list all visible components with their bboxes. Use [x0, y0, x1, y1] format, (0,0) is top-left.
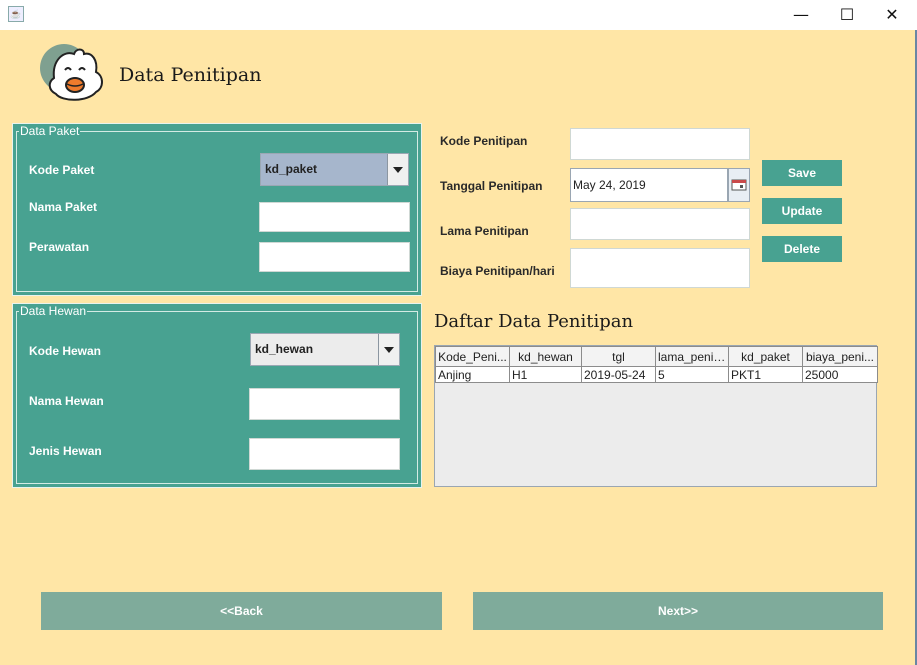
chevron-down-icon[interactable]	[387, 154, 408, 185]
lama-penitipan-input[interactable]	[570, 208, 750, 240]
data-hewan-panel: Data Hewan Kode Hewan kd_hewan Nama Hewa…	[12, 303, 422, 488]
update-button[interactable]: Update	[762, 198, 842, 224]
tanggal-penitipan-input[interactable]: May 24, 2019	[570, 168, 728, 202]
table-cell[interactable]: H1	[509, 366, 582, 383]
biaya-penitipan-input[interactable]	[570, 248, 750, 288]
perawatan-label: Perawatan	[29, 240, 90, 254]
column-header[interactable]: Kode_Peni...	[435, 346, 510, 367]
table-cell[interactable]: PKT1	[728, 366, 803, 383]
minimize-button[interactable]: —	[778, 0, 824, 30]
daftar-penitipan-title: Daftar Data Penitipan	[434, 311, 634, 332]
kode-paket-combobox[interactable]: kd_paket	[260, 153, 409, 186]
data-paket-legend: Data Paket	[19, 124, 81, 138]
tanggal-penitipan-label: Tanggal Penitipan	[440, 179, 543, 193]
nama-paket-input[interactable]	[259, 202, 410, 232]
kode-paket-label: Kode Paket	[29, 163, 95, 177]
lama-penitipan-label: Lama Penitipan	[440, 224, 529, 238]
data-hewan-legend: Data Hewan	[19, 304, 88, 318]
page-title: Data Penitipan	[119, 64, 262, 86]
biaya-penitipan-label: Biaya Penitipan/hari	[440, 264, 555, 278]
back-button[interactable]: <<Back	[41, 592, 442, 630]
duck-logo-icon	[40, 44, 103, 101]
kode-hewan-combobox[interactable]: kd_hewan	[250, 333, 400, 366]
column-header[interactable]: kd_paket	[728, 346, 803, 367]
table-cell[interactable]: Anjing	[435, 366, 510, 383]
column-header[interactable]: kd_hewan	[509, 346, 582, 367]
save-button[interactable]: Save	[762, 160, 842, 186]
jenis-hewan-label: Jenis Hewan	[29, 444, 102, 458]
table-cell[interactable]: 5	[655, 366, 729, 383]
chevron-down-icon[interactable]	[378, 334, 399, 365]
kode-penitipan-input[interactable]	[570, 128, 750, 160]
window-titlebar: ☕ — ☐ ✕	[0, 0, 917, 30]
kode-hewan-value: kd_hewan	[255, 342, 314, 356]
maximize-button[interactable]: ☐	[824, 0, 870, 30]
penitipan-grid[interactable]: Kode_Peni... kd_hewan tgl lama_penit... …	[435, 346, 878, 383]
next-button[interactable]: Next>>	[473, 592, 883, 630]
nama-hewan-input[interactable]	[249, 388, 400, 420]
delete-button[interactable]: Delete	[762, 236, 842, 262]
penitipan-table[interactable]: Kode_Peni... kd_hewan tgl lama_penit... …	[434, 345, 878, 487]
kode-hewan-label: Kode Hewan	[29, 344, 102, 358]
table-cell[interactable]: 25000	[802, 366, 878, 383]
table-cell[interactable]: 2019-05-24	[581, 366, 656, 383]
perawatan-input[interactable]	[259, 242, 410, 272]
data-paket-panel: Data Paket Kode Paket kd_paket Nama Pake…	[12, 123, 422, 296]
table-header-row: Kode_Peni... kd_hewan tgl lama_penit... …	[435, 346, 878, 367]
column-header[interactable]: tgl	[581, 346, 656, 367]
table-row[interactable]: Anjing H1 2019-05-24 5 PKT1 25000	[435, 366, 878, 383]
column-header[interactable]: lama_penit...	[655, 346, 729, 367]
nama-hewan-label: Nama Hewan	[29, 394, 104, 408]
kode-paket-value: kd_paket	[265, 162, 318, 176]
column-header[interactable]: biaya_peni...	[802, 346, 878, 367]
calendar-icon	[731, 179, 747, 191]
java-app-icon: ☕	[8, 6, 24, 22]
jenis-hewan-input[interactable]	[249, 438, 400, 470]
close-button[interactable]: ✕	[869, 0, 915, 30]
nama-paket-label: Nama Paket	[29, 200, 98, 214]
kode-penitipan-label: Kode Penitipan	[440, 134, 528, 148]
calendar-picker-button[interactable]	[728, 168, 750, 202]
